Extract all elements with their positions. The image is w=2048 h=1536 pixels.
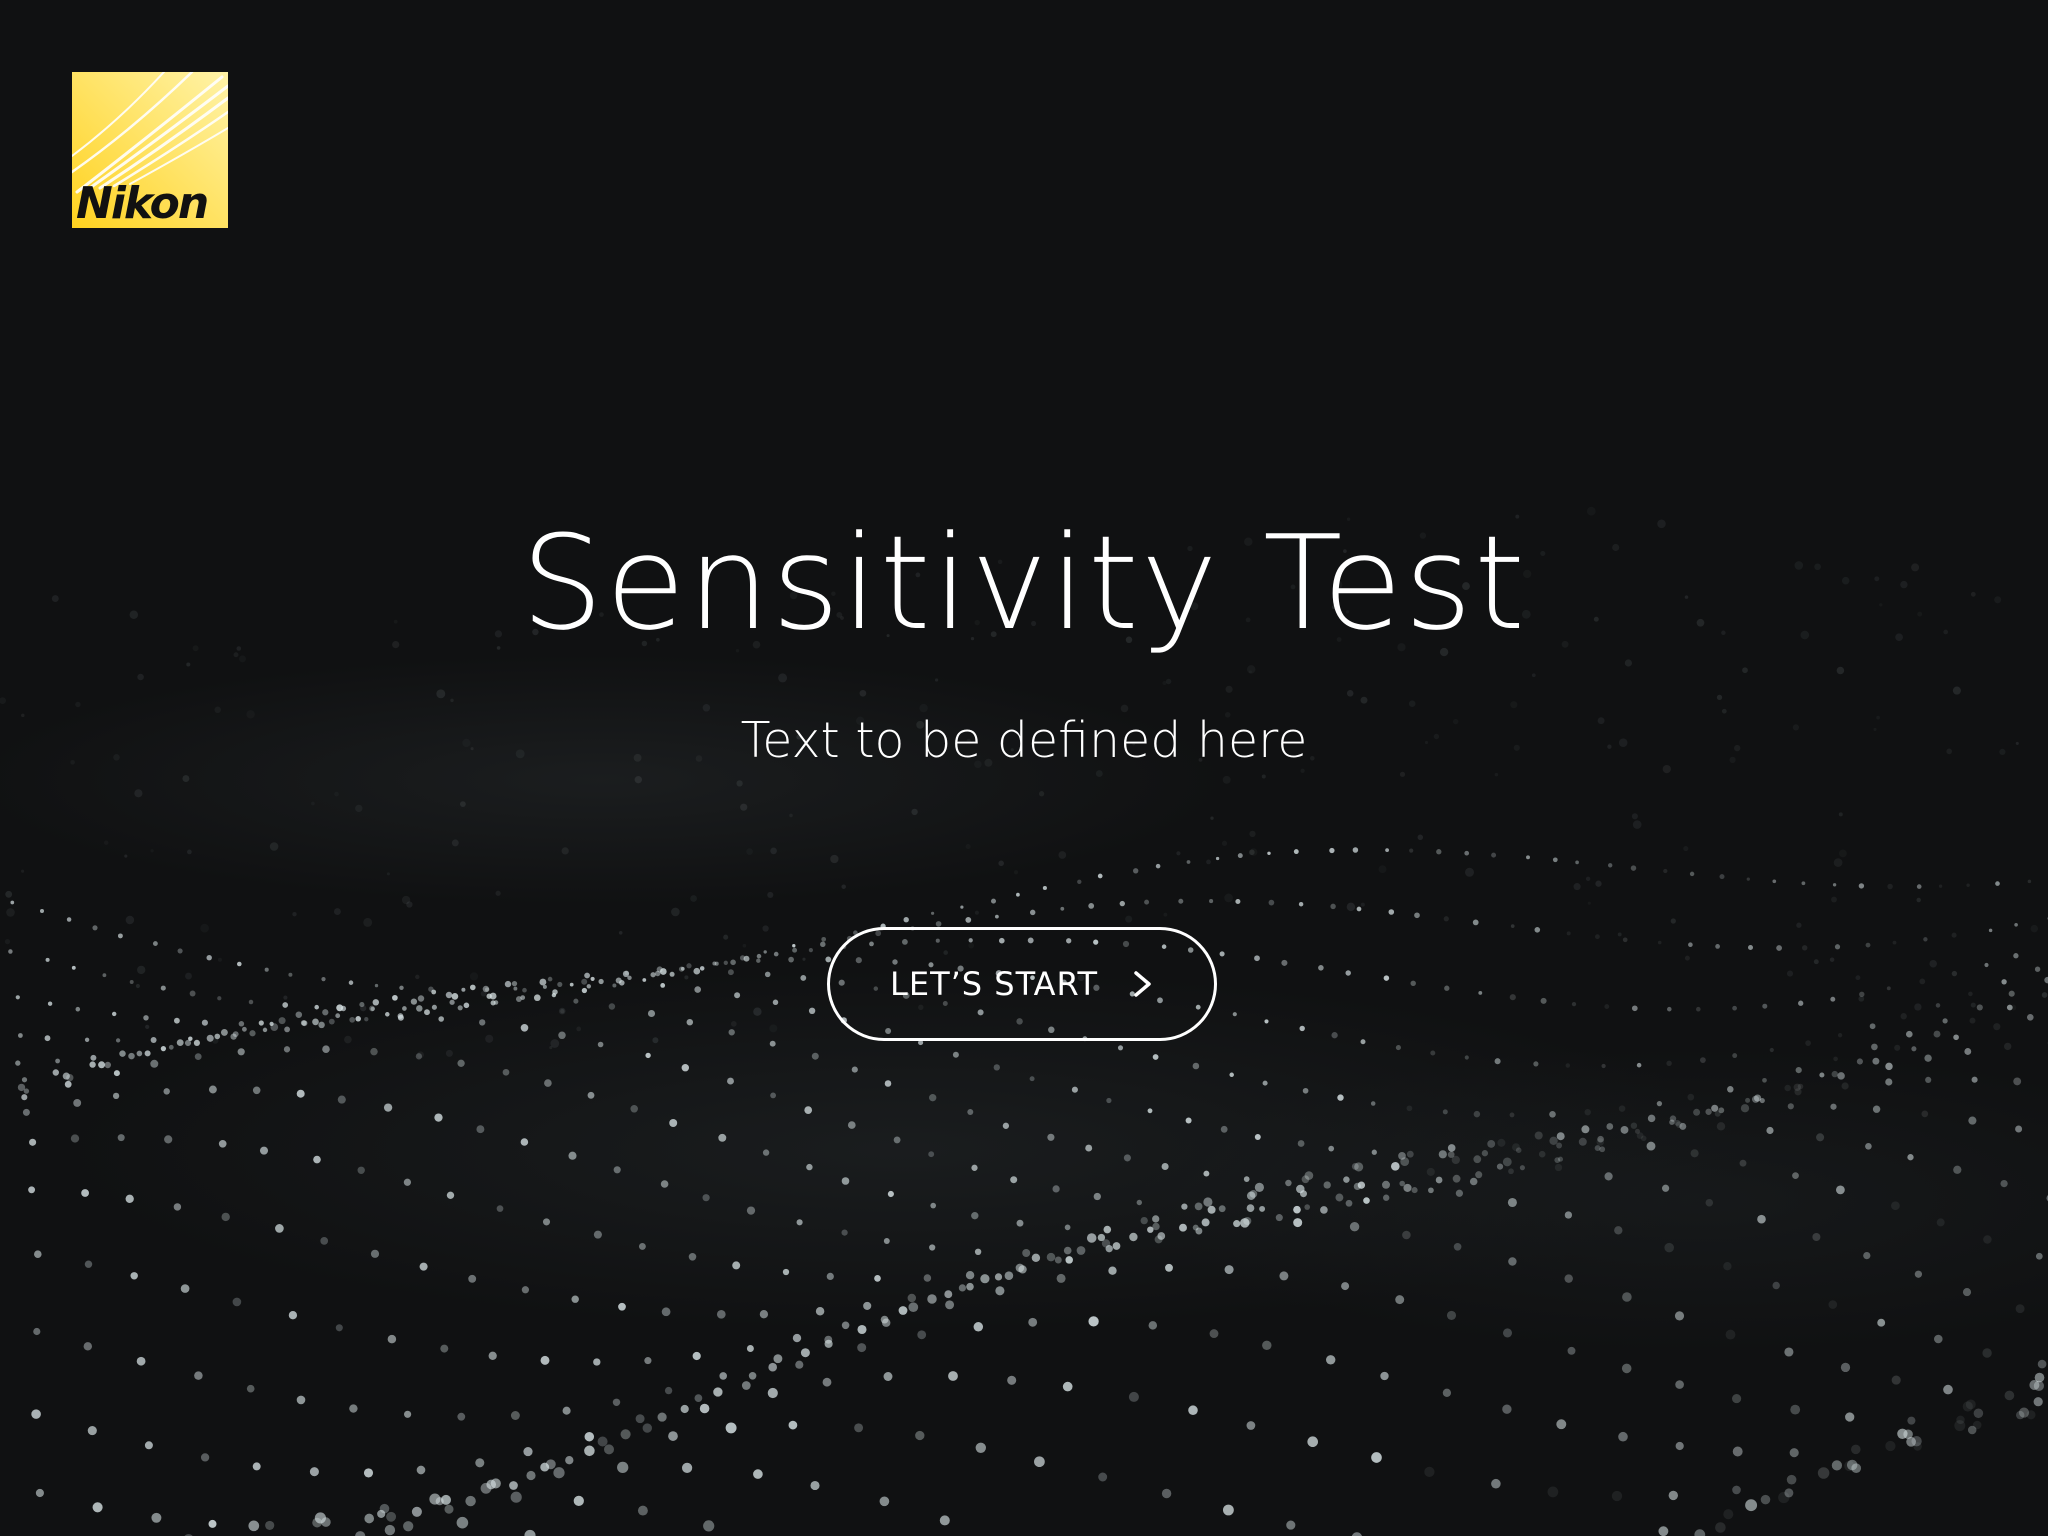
nikon-logo: Nikon: [72, 72, 228, 228]
chevron-right-icon: [1134, 971, 1151, 997]
lets-start-label: LET’S START: [890, 965, 1098, 1003]
page-title: Sensitivity Test: [520, 507, 1528, 659]
logo-wordmark: Nikon: [76, 178, 209, 228]
page-subtitle: Text to be defined here: [740, 712, 1308, 769]
splash-screen: Nikon Sensitivity Test Text to be define…: [0, 0, 2048, 1536]
lets-start-button[interactable]: LET’S START: [827, 927, 1217, 1041]
